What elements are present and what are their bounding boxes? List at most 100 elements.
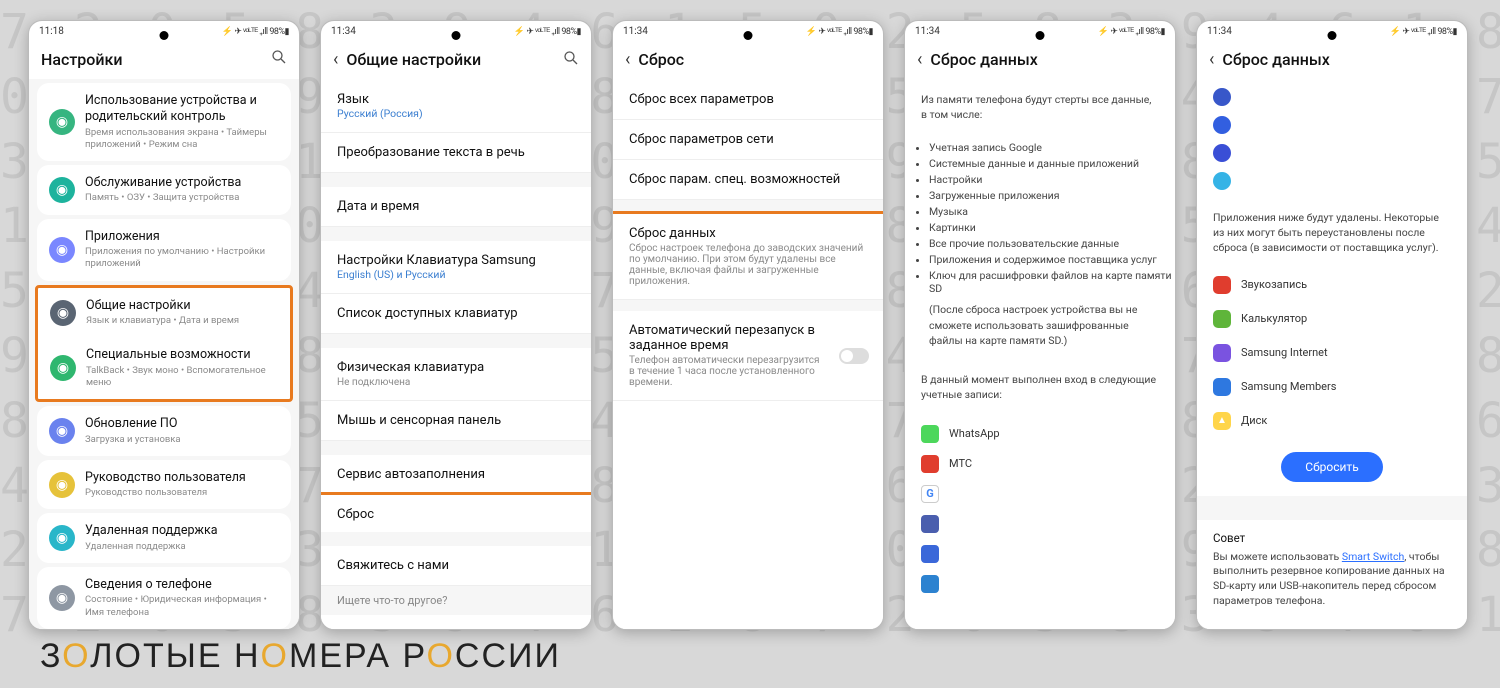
app-item: Калькулятор: [1213, 302, 1451, 336]
row-label: Мышь и сенсорная панель: [337, 413, 575, 428]
status-time: 11:34: [331, 26, 356, 37]
back-button[interactable]: ‹: [917, 49, 922, 70]
back-button[interactable]: ‹: [333, 49, 338, 70]
camera-cutout: [1036, 31, 1045, 40]
menu-row[interactable]: Свяжитесь с нами: [321, 546, 591, 586]
settings-item[interactable]: ◉ Руководство пользователя Руководство п…: [37, 460, 291, 510]
reset-row[interactable]: Сброс парам. спец. возможностей: [613, 160, 883, 200]
item-label: Приложения: [85, 229, 279, 245]
item-label: Специальные возможности: [86, 347, 278, 363]
page-title: Сброс: [638, 50, 871, 69]
reset-row[interactable]: Сброс параметров сети: [613, 120, 883, 160]
account-name: МТС: [949, 457, 972, 470]
status-icons: ⚡ ✈ ᵛᵒᴸᵀᴱ ₊ıll 98%▮: [1390, 26, 1457, 37]
menu-row[interactable]: Список доступных клавиатур: [321, 294, 591, 334]
item-label: Использование устройства и родительский …: [85, 93, 279, 126]
row-label: Свяжитесь с нами: [337, 558, 575, 573]
page-title: Настройки: [41, 50, 263, 69]
account-icon: [921, 545, 939, 563]
auto-restart-switch[interactable]: [839, 348, 869, 364]
app-item: Samsung Members: [1213, 370, 1451, 404]
menu-row[interactable]: Мышь и сенсорная панель: [321, 401, 591, 441]
item-label: Обновление ПО: [85, 416, 279, 432]
app-icon: [1213, 344, 1231, 362]
phone-settings-main: 11:18 ⚡ ✈ ᵛᵒᴸᵀᴱ ₊ıll 98%▮ Настройки ◉ Ис…: [28, 20, 300, 630]
settings-item[interactable]: ◉ Использование устройства и родительски…: [37, 83, 291, 161]
menu-row[interactable]: Настройки Клавиатура SamsungEnglish (US)…: [321, 241, 591, 294]
back-button[interactable]: ‹: [625, 49, 630, 70]
account-icon: [921, 455, 939, 473]
reset-row[interactable]: Сброс данныхСброс настроек телефона до з…: [613, 211, 883, 300]
reset-row[interactable]: Сброс всех параметров: [613, 80, 883, 120]
settings-item[interactable]: ◉ Обновление ПО Загрузка и установка: [37, 406, 291, 456]
category-icon: ◉: [49, 177, 75, 203]
settings-item[interactable]: ◉ Специальные возможности TalkBack • Зву…: [38, 337, 290, 399]
account-icon: G: [921, 485, 939, 503]
row-label: Сброс парам. спец. возможностей: [629, 172, 867, 187]
service-icon: [1213, 116, 1231, 134]
page-header: ‹ Сброс данных: [1197, 41, 1467, 80]
erase-bullet: Ключ для расшифровки файлов на карте пам…: [929, 269, 1175, 295]
row-label: Список доступных клавиатур: [337, 306, 575, 321]
erase-bullet: Настройки: [929, 173, 1175, 186]
item-subtitle: Память • ОЗУ • Защита устройства: [85, 192, 279, 204]
app-name: Звукозапись: [1241, 278, 1307, 291]
status-time: 11:18: [39, 26, 64, 37]
category-icon: ◉: [50, 300, 76, 326]
category-icon: ◉: [49, 585, 75, 611]
category-icon: ◉: [49, 525, 75, 551]
page-header: ‹ Сброс: [613, 41, 883, 80]
search-icon[interactable]: [271, 49, 287, 69]
menu-row[interactable]: Дата и время: [321, 187, 591, 227]
smart-switch-link[interactable]: Smart Switch: [1342, 550, 1404, 563]
settings-item[interactable]: ◉ Приложения Приложения по умолчанию • Н…: [37, 219, 291, 281]
camera-cutout: [1328, 31, 1337, 40]
menu-row[interactable]: Сброс: [321, 492, 591, 535]
reset-info: Из памяти телефона будут стерты все данн…: [905, 80, 1175, 629]
erase-bullet: Учетная запись Google: [929, 141, 1175, 154]
erase-bullet: Загруженные приложения: [929, 189, 1175, 202]
app-item: Samsung Internet: [1213, 336, 1451, 370]
accounts-intro: В данный момент выполнен вход в следующи…: [905, 360, 1175, 414]
menu-row[interactable]: Физическая клавиатураНе подключена: [321, 348, 591, 401]
menu-row[interactable]: Сервис автозаполнения: [321, 455, 591, 495]
service-icon: [1213, 144, 1231, 162]
page-title: Общие настройки: [346, 50, 555, 69]
row-subtitle: Не подключена: [337, 377, 575, 388]
reset-row[interactable]: Автоматический перезапуск в заданное вре…: [613, 311, 883, 401]
menu-row[interactable]: Преобразование текста в речь: [321, 133, 591, 173]
reset-button[interactable]: Сбросить: [1281, 452, 1382, 482]
item-label: Общие настройки: [86, 298, 278, 314]
row-subtitle: Сброс настроек телефона до заводских зна…: [629, 243, 867, 287]
account-item: [921, 569, 1159, 599]
settings-item[interactable]: ◉ Удаленная поддержка Удаленная поддержк…: [37, 513, 291, 563]
apps-list: Звукозапись Калькулятор Samsung Internet Sa…: [1197, 268, 1467, 438]
item-label: Руководство пользователя: [85, 470, 279, 486]
settings-item[interactable]: ◉ Обслуживание устройства Память • ОЗУ •…: [37, 165, 291, 215]
brand-logo: ЗОЛОТЫЕ НОМЕРА РОССИИ: [40, 637, 561, 676]
category-icon: ◉: [49, 109, 75, 135]
menu-row[interactable]: ЯзыкРусский (Россия): [321, 80, 591, 133]
app-icon: [1213, 378, 1231, 396]
app-name: Samsung Internet: [1241, 346, 1328, 359]
app-item: Звукозапись: [1213, 268, 1451, 302]
row-label: Преобразование текста в речь: [337, 145, 575, 160]
row-label: Автоматический перезапуск в заданное вре…: [629, 323, 867, 353]
app-name: Диск: [1241, 414, 1267, 427]
settings-item[interactable]: ◉ Сведения о телефоне Состояние • Юридич…: [37, 567, 291, 629]
app-icon: ▲: [1213, 412, 1231, 430]
page-title: Сброс данных: [1222, 50, 1455, 69]
tip-text-pre: Вы можете использовать: [1213, 550, 1342, 563]
back-button[interactable]: ‹: [1209, 49, 1214, 70]
camera-cutout: [452, 31, 461, 40]
row-label: Сброс: [337, 507, 575, 522]
settings-item[interactable]: ◉ Общие настройки Язык и клавиатура • Да…: [38, 288, 290, 338]
footer-hint: Ищете что-то другое?: [321, 586, 591, 615]
settings-list: ◉ Использование устройства и родительски…: [29, 79, 299, 629]
search-icon[interactable]: [563, 50, 579, 70]
account-item: МТС: [921, 449, 1159, 479]
item-subtitle: Приложения по умолчанию • Настройки прил…: [85, 246, 279, 271]
item-subtitle: Язык и клавиатура • Дата и время: [86, 315, 278, 327]
account-icon: [921, 515, 939, 533]
page-header: Настройки: [29, 41, 299, 79]
